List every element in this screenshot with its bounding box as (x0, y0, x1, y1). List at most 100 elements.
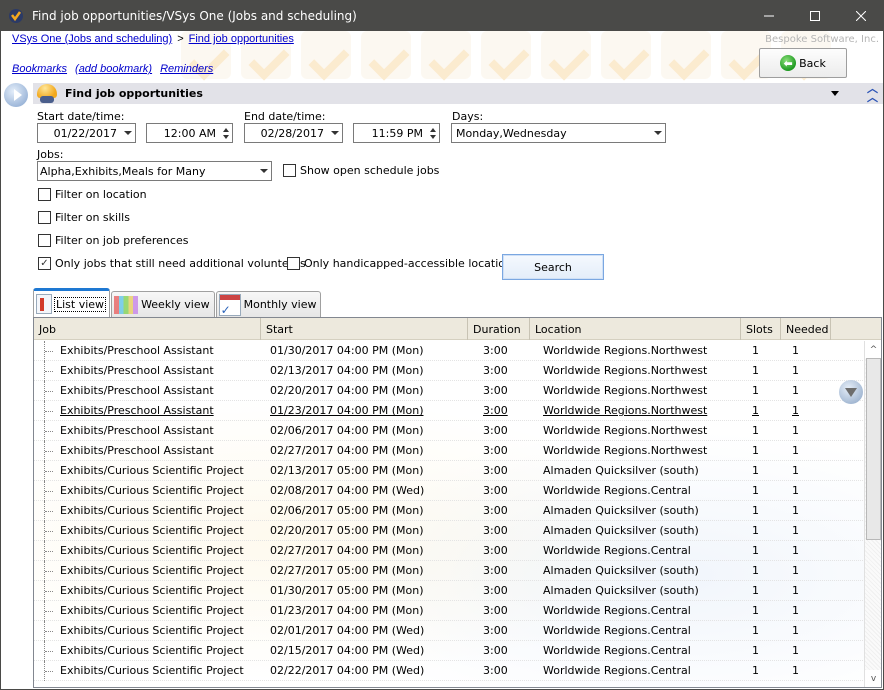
scroll-down-icon[interactable]: v (865, 670, 881, 687)
checkbox-box-checked[interactable]: ✓ (38, 257, 51, 270)
column-header-slots[interactable]: Slots (741, 318, 781, 340)
table-row[interactable]: Exhibits/Curious Scientific Project 02/08… (34, 481, 863, 501)
tree-connector (34, 641, 60, 661)
column-header-start[interactable]: Start (261, 318, 468, 340)
chevron-down-icon[interactable] (121, 124, 135, 142)
cell-location: Worldwide Regions.Central (539, 541, 752, 560)
end-date-picker[interactable]: 02/28/2017 (244, 123, 343, 143)
filter-funnel-icon[interactable] (839, 380, 863, 404)
checkbox-box[interactable] (283, 164, 296, 177)
breadcrumb-current-link[interactable]: Find job opportunities (189, 33, 294, 45)
table-row[interactable]: Exhibits/Curious Scientific Project 02/06… (34, 501, 863, 521)
table-row[interactable]: Exhibits/Preschool Assistant 02/06/2017 0… (34, 421, 863, 441)
start-text: 02/13/2017 04:00 PM (Mon) (270, 364, 424, 377)
location-text: Worldwide Regions.Central (543, 484, 691, 497)
end-time-field[interactable]: 11:59 PM (353, 123, 440, 143)
time-spinner-icon[interactable] (427, 124, 439, 142)
start-text: 02/13/2017 05:00 PM (Mon) (270, 464, 424, 477)
chevron-down-icon[interactable] (651, 124, 665, 142)
table-row[interactable]: Exhibits/Curious Scientific Project 02/15… (34, 641, 863, 661)
minimize-button[interactable] (746, 0, 792, 31)
cell-duration: 3:00 (477, 501, 539, 520)
list-view-icon (36, 294, 52, 314)
table-row[interactable]: Exhibits/Curious Scientific Project 02/22… (34, 661, 863, 681)
slots-text: 1 (752, 664, 759, 677)
checkbox-label: Filter on skills (55, 211, 130, 224)
only-handicapped-checkbox[interactable]: Only handicapped-accessible locations (287, 257, 518, 270)
days-select[interactable]: Monday,Wednesday (451, 123, 666, 143)
cell-start: 01/23/2017 04:00 PM (Mon) (270, 601, 477, 620)
panel-menu-dropdown-icon[interactable] (831, 91, 839, 96)
start-date-label: Start date/time: (37, 110, 125, 123)
cell-slots: 1 (752, 521, 792, 540)
start-date-picker[interactable]: 01/22/2017 (37, 123, 136, 143)
add-bookmark-link[interactable]: (add bookmark) (75, 63, 152, 75)
table-row[interactable]: Exhibits/Preschool Assistant 02/13/2017 0… (34, 361, 863, 381)
filter-location-checkbox[interactable]: Filter on location (38, 188, 147, 201)
play-icon[interactable] (4, 83, 28, 107)
start-time-field[interactable]: 12:00 AM (146, 123, 233, 143)
cell-slots: 1 (752, 601, 792, 620)
table-row[interactable]: Exhibits/Curious Scientific Project 02/27… (34, 561, 863, 581)
bookmarks-link[interactable]: Bookmarks (12, 63, 67, 75)
table-row[interactable]: Exhibits/Preschool Assistant 02/27/2017 0… (34, 441, 863, 461)
table-row[interactable]: Exhibits/Curious Scientific Project 02/20… (34, 521, 863, 541)
time-spinner-icon[interactable] (220, 124, 232, 142)
back-button[interactable]: ⬅ Back (759, 48, 847, 78)
column-header-needed[interactable]: Needed (781, 318, 831, 340)
slots-text: 1 (752, 364, 759, 377)
needed-text: 1 (792, 504, 799, 517)
filter-preferences-checkbox[interactable]: Filter on job preferences (38, 234, 188, 247)
table-row[interactable]: Exhibits/Curious Scientific Project 01/30… (34, 581, 863, 601)
tree-connector (34, 421, 60, 441)
show-open-schedule-checkbox[interactable]: Show open schedule jobs (283, 164, 439, 177)
needed-text: 1 (792, 344, 799, 357)
checkbox-box[interactable] (287, 257, 300, 270)
close-button[interactable] (838, 0, 884, 31)
start-text: 02/01/2017 04:00 PM (Wed) (270, 624, 425, 637)
table-row[interactable]: Exhibits/Preschool Assistant 02/20/2017 0… (34, 381, 863, 401)
column-header-job[interactable]: Job (34, 318, 261, 340)
scrollbar-thumb[interactable] (866, 358, 881, 540)
job-text: Exhibits/Curious Scientific Project (60, 464, 244, 477)
chevron-down-icon[interactable] (257, 162, 271, 180)
cell-slots: 1 (752, 461, 792, 480)
checkbox-box[interactable] (38, 211, 51, 224)
breadcrumb-root-link[interactable]: VSys One (Jobs and scheduling) (12, 33, 172, 45)
jobs-grid: Job Start Duration Location Slots Needed… (33, 317, 882, 688)
only-need-volunteers-checkbox[interactable]: ✓ Only jobs that still need additional v… (38, 257, 306, 270)
table-row[interactable]: Exhibits/Preschool Assistant 01/30/2017 0… (34, 341, 863, 361)
tab-monthly-view[interactable]: Monthly view (215, 291, 322, 317)
slots-text: 1 (752, 384, 759, 397)
table-row[interactable]: Exhibits/Curious Scientific Project 01/23… (34, 601, 863, 621)
cell-duration: 3:00 (477, 441, 539, 460)
search-button[interactable]: Search (502, 254, 604, 280)
cell-duration: 3:00 (477, 521, 539, 540)
filter-skills-checkbox[interactable]: Filter on skills (38, 211, 130, 224)
table-row[interactable]: Exhibits/Curious Scientific Project 02/13… (34, 461, 863, 481)
checkbox-box[interactable] (38, 188, 51, 201)
duration-text: 3:00 (483, 664, 508, 677)
collapse-panel-icon[interactable]: ︿ ︿ (867, 83, 878, 103)
table-row[interactable]: Exhibits/Curious Scientific Project 02/01… (34, 621, 863, 641)
reminders-link[interactable]: Reminders (160, 63, 213, 75)
scroll-up-icon[interactable]: ^ (865, 341, 881, 358)
tab-weekly-view[interactable]: Weekly view (111, 291, 215, 317)
company-name: Bespoke Software, Inc. (765, 34, 879, 45)
column-header-location[interactable]: Location (530, 318, 741, 340)
maximize-button[interactable] (792, 0, 838, 31)
chevron-down-icon[interactable] (328, 124, 342, 142)
cell-start: 02/27/2017 04:00 PM (Mon) (270, 441, 477, 460)
table-row[interactable]: Exhibits/Preschool Assistant 01/23/2017 0… (34, 401, 863, 421)
tab-list-view[interactable]: List view (33, 288, 111, 317)
table-row[interactable]: Exhibits/Curious Scientific Project 02/27… (34, 541, 863, 561)
cell-needed: 1 (792, 601, 842, 620)
checkbox-box[interactable] (38, 234, 51, 247)
vertical-scrollbar[interactable]: ^ v (864, 341, 881, 687)
column-header-duration[interactable]: Duration (468, 318, 530, 340)
jobs-select[interactable]: Alpha,Exhibits,Meals for Many (37, 161, 272, 181)
breadcrumb: VSys One (Jobs and scheduling) > Find jo… (12, 33, 294, 45)
cell-start: 01/23/2017 04:00 PM (Mon) (270, 401, 477, 420)
start-text: 02/22/2017 04:00 PM (Wed) (270, 664, 425, 677)
tree-connector (34, 441, 60, 461)
